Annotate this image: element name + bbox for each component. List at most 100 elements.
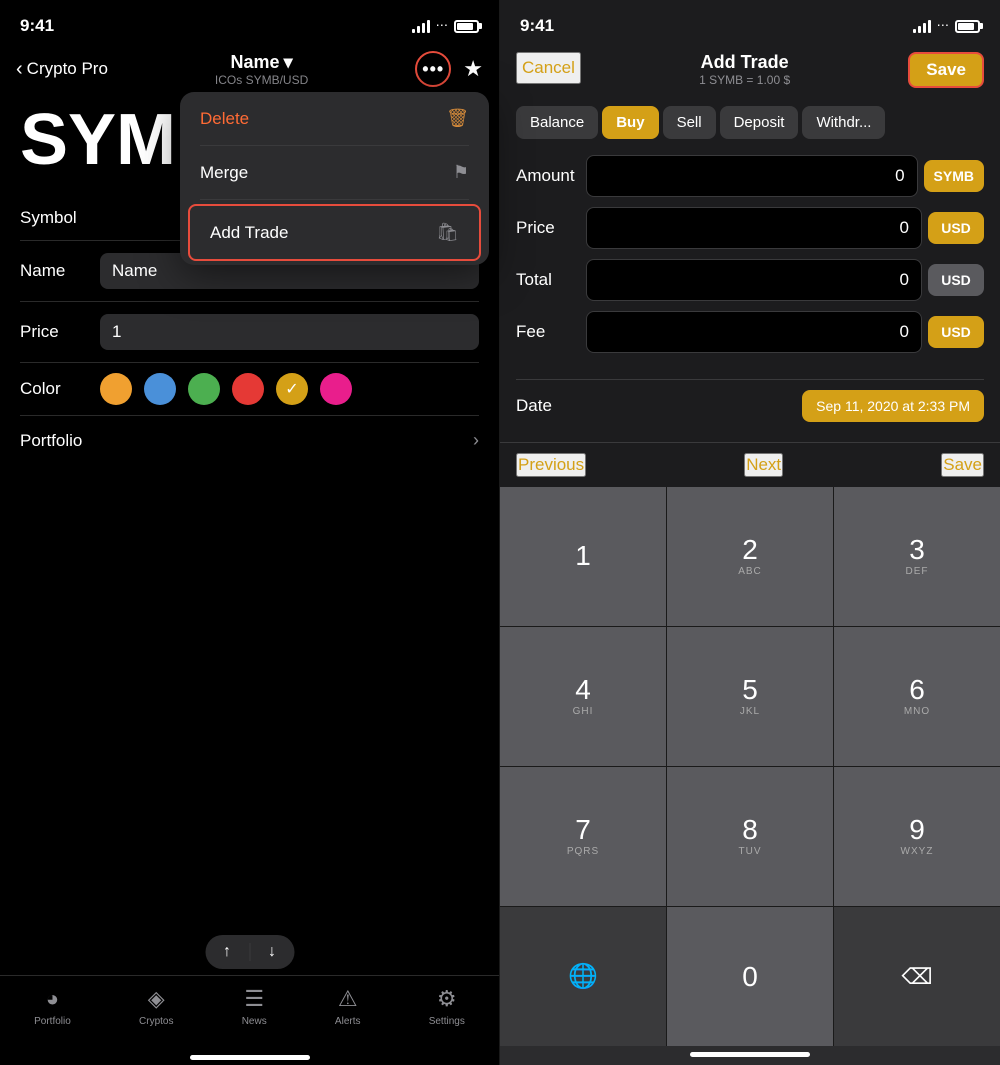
up-arrow-icon: ↑	[223, 943, 231, 961]
date-row: Date Sep 11, 2020 at 2:33 PM	[516, 379, 984, 432]
globe-icon: 🌐	[568, 962, 598, 991]
settings-nav-label: Settings	[429, 1016, 465, 1027]
cryptos-nav-icon: ◈	[148, 986, 165, 1012]
color-red[interactable]	[232, 373, 264, 405]
tab-sell[interactable]: Sell	[663, 106, 716, 139]
tab-balance[interactable]: Balance	[516, 106, 598, 139]
menu-divider-2	[200, 199, 469, 200]
amount-input-group: SYMB	[586, 155, 984, 197]
nav-right-actions: ••• ★	[415, 51, 483, 87]
keyboard-toolbar: Previous Next Save	[500, 442, 1000, 487]
cancel-button[interactable]: Cancel	[516, 52, 581, 84]
fee-currency-badge: USD	[928, 316, 984, 348]
add-trade-title: Add Trade	[701, 52, 789, 73]
tab-buy[interactable]: Buy	[602, 106, 658, 139]
right-battery-icon	[955, 20, 980, 33]
battery-icon	[454, 20, 479, 33]
delete-menu-item[interactable]: Delete 🗑	[180, 92, 489, 145]
alerts-nav-icon: ⚠	[338, 986, 358, 1012]
date-label: Date	[516, 396, 802, 416]
color-green[interactable]	[188, 373, 220, 405]
left-time: 9:41	[20, 16, 54, 36]
key-4[interactable]: 4 GHI	[500, 627, 666, 766]
save-toolbar-button[interactable]: Save	[941, 453, 984, 477]
backspace-icon: ⌫	[901, 964, 932, 990]
numpad: 1 2 ABC 3 DEF 4 GHI 5 JKL 6 MNO 7 PQRS 8	[500, 487, 1000, 1046]
add-trade-navbar: Cancel Add Trade 1 SYMB = 1.00 $ Save	[500, 44, 1000, 98]
left-panel: 9:41 ⋅⋅⋅ ‹ Crypto Pro Name ▾ ICOs SYMB/U…	[0, 0, 500, 1065]
save-button[interactable]: Save	[908, 52, 984, 88]
back-chevron-icon: ‹	[16, 58, 23, 81]
date-picker[interactable]: Sep 11, 2020 at 2:33 PM	[802, 390, 984, 422]
color-blue[interactable]	[144, 373, 176, 405]
settings-nav-icon: ⚙	[437, 986, 457, 1012]
color-pink[interactable]	[320, 373, 352, 405]
nav-item-alerts[interactable]: ⚠ Alerts	[335, 986, 361, 1027]
cryptos-nav-label: Cryptos	[139, 1016, 173, 1027]
add-trade-label: Add Trade	[210, 223, 288, 243]
portfolio-row[interactable]: Portfolio ›	[20, 416, 479, 465]
nav-item-news[interactable]: ☰ News	[242, 986, 267, 1027]
color-orange[interactable]	[100, 373, 132, 405]
left-navbar: ‹ Crypto Pro Name ▾ ICOs SYMB/USD ••• ★	[0, 44, 499, 94]
news-nav-label: News	[242, 1016, 267, 1027]
total-currency-badge: USD	[928, 264, 984, 296]
wifi-icon: ⋅⋅⋅	[436, 18, 448, 34]
scroll-up-button[interactable]: ↑	[205, 935, 249, 969]
tab-deposit[interactable]: Deposit	[720, 106, 799, 139]
tab-withdraw[interactable]: Withdr...	[802, 106, 885, 139]
delete-key[interactable]: ⌫	[834, 907, 1000, 1046]
key-2[interactable]: 2 ABC	[667, 487, 833, 626]
key-3[interactable]: 3 DEF	[834, 487, 1000, 626]
amount-row: Amount SYMB	[516, 155, 984, 197]
key-5[interactable]: 5 JKL	[667, 627, 833, 766]
price-row: Price	[20, 302, 479, 363]
globe-key[interactable]: 🌐	[500, 907, 666, 1046]
portfolio-chevron-icon: ›	[473, 430, 479, 451]
price-currency-badge: USD	[928, 212, 984, 244]
portfolio-nav-icon: ◕	[46, 986, 59, 1012]
key-6[interactable]: 6 MNO	[834, 627, 1000, 766]
color-orange-dark[interactable]	[276, 373, 308, 405]
favorite-button[interactable]: ★	[463, 56, 483, 82]
right-home-indicator-container	[500, 1046, 1000, 1065]
total-input-group: USD	[586, 259, 984, 301]
merge-label: Merge	[200, 163, 248, 183]
add-trade-subtitle: 1 SYMB = 1.00 $	[699, 73, 790, 87]
fee-input[interactable]	[586, 311, 922, 353]
key-7[interactable]: 7 PQRS	[500, 767, 666, 906]
total-input[interactable]	[586, 259, 922, 301]
price-input[interactable]	[100, 314, 479, 350]
next-toolbar-button[interactable]: Next	[744, 453, 783, 477]
key-9[interactable]: 9 WXYZ	[834, 767, 1000, 906]
nav-title: Name ▾	[231, 52, 293, 73]
key-1[interactable]: 1	[500, 487, 666, 626]
trash-icon: 🗑	[446, 108, 469, 129]
right-status-bar: 9:41 ⋅⋅⋅	[500, 0, 1000, 44]
previous-toolbar-button[interactable]: Previous	[516, 453, 586, 477]
back-button[interactable]: ‹ Crypto Pro	[16, 58, 108, 81]
amount-label: Amount	[516, 166, 586, 186]
left-status-bar: 9:41 ⋅⋅⋅	[0, 0, 499, 44]
left-status-icons: ⋅⋅⋅	[412, 18, 479, 34]
key-8[interactable]: 8 TUV	[667, 767, 833, 906]
color-label: Color	[20, 379, 100, 399]
right-signal-icon	[913, 19, 931, 33]
scroll-down-button[interactable]: ↓	[250, 935, 294, 969]
total-label: Total	[516, 270, 586, 290]
amount-currency-badge: SYMB	[924, 160, 984, 192]
add-trade-menu-item[interactable]: Add Trade 🛍	[188, 204, 481, 261]
bag-icon: 🛍	[436, 222, 459, 243]
fee-label: Fee	[516, 322, 586, 342]
nav-item-portfolio[interactable]: ◕ Portfolio	[34, 986, 71, 1027]
fee-row: Fee USD	[516, 311, 984, 353]
nav-item-cryptos[interactable]: ◈ Cryptos	[139, 986, 173, 1027]
merge-menu-item[interactable]: Merge ⚑	[180, 146, 489, 199]
more-options-button[interactable]: •••	[415, 51, 451, 87]
key-0[interactable]: 0	[667, 907, 833, 1046]
amount-input[interactable]	[586, 155, 918, 197]
nav-item-settings[interactable]: ⚙ Settings	[429, 986, 465, 1027]
price-input[interactable]	[586, 207, 922, 249]
portfolio-nav-label: Portfolio	[34, 1016, 71, 1027]
price-input-group: USD	[586, 207, 984, 249]
